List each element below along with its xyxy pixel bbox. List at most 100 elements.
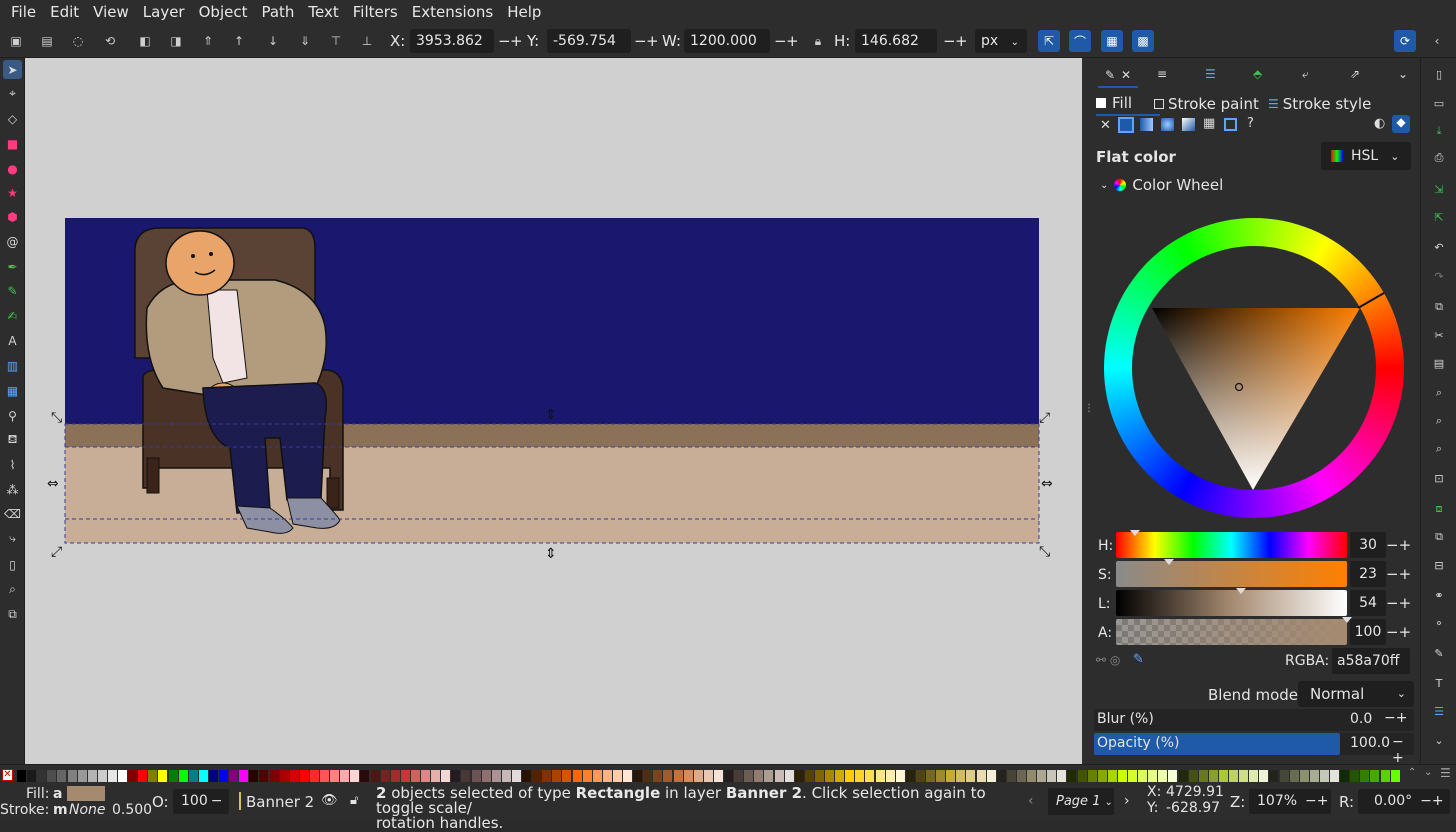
alpha-stepper[interactable]: −+	[1386, 623, 1411, 641]
palette-swatch[interactable]	[1107, 770, 1117, 782]
palette-swatch[interactable]	[986, 770, 996, 782]
palette-swatch[interactable]	[219, 770, 228, 782]
palette-swatch[interactable]	[703, 770, 713, 782]
select-all-icon[interactable]: ▣	[5, 30, 27, 52]
current-layer-label[interactable]: Banner 2	[246, 793, 314, 811]
palette-swatch[interactable]	[1259, 770, 1269, 782]
palette-swatch[interactable]	[936, 770, 946, 782]
palette-swatch[interactable]	[320, 770, 329, 782]
palette-swatch[interactable]	[1299, 770, 1309, 782]
stroke-value[interactable]: None	[69, 802, 106, 818]
palette-swatch[interactable]	[57, 770, 67, 782]
ellipse-tool-icon[interactable]: ●	[3, 159, 22, 178]
layers-icon[interactable]: ☰	[1430, 702, 1448, 720]
palette-swatch[interactable]	[77, 770, 87, 782]
palette-swatch[interactable]	[87, 770, 97, 782]
palette-swatch[interactable]	[1390, 770, 1400, 782]
menu-view[interactable]: View	[86, 0, 136, 24]
palette-swatch[interactable]	[633, 770, 643, 782]
opacity-value[interactable]: 100.0	[1350, 735, 1390, 751]
saturation-slider-thumb[interactable]	[1164, 559, 1175, 565]
flip-horizontal-icon[interactable]: ◧	[134, 30, 156, 52]
palette-swatch[interactable]	[1360, 770, 1370, 782]
menu-edit[interactable]: Edit	[43, 0, 86, 24]
palette-swatch[interactable]	[118, 770, 127, 782]
palette-swatch[interactable]	[1087, 770, 1097, 782]
palette-swatch[interactable]	[1016, 770, 1026, 782]
scale-handle-right[interactable]: ⇔	[1041, 476, 1053, 492]
hue-slider[interactable]	[1116, 532, 1347, 558]
x-minus-button[interactable]: −	[498, 32, 511, 50]
palette-swatch[interactable]	[865, 770, 875, 782]
calligraphy-tool-icon[interactable]: ✍	[3, 306, 22, 325]
palette-swatch[interactable]	[976, 770, 986, 782]
alpha-slider[interactable]	[1116, 619, 1347, 645]
dropper-tool-icon[interactable]: ⚲	[3, 406, 22, 425]
palette-swatch[interactable]	[542, 770, 552, 782]
palette-swatch[interactable]	[128, 770, 138, 782]
palette-swatch[interactable]	[269, 770, 279, 782]
palette-swatch[interactable]	[481, 770, 491, 782]
opacity-input-stepper[interactable]: −	[211, 793, 223, 809]
undo-icon[interactable]: ↶	[1430, 238, 1448, 256]
palette-swatch[interactable]	[1188, 770, 1198, 782]
snap-toggle-icon[interactable]: ⟳	[1394, 30, 1416, 52]
palette-swatch[interactable]	[592, 770, 602, 782]
palette-swatch[interactable]	[744, 770, 754, 782]
palette-swatch[interactable]	[1370, 770, 1380, 782]
palette-swatch[interactable]	[956, 770, 966, 782]
blur-slider[interactable]: Blur (%) 0.0 −+	[1094, 709, 1414, 731]
palette-swatch[interactable]	[1380, 770, 1390, 782]
zoom-page-icon[interactable]: ⌕	[1430, 440, 1448, 458]
x-input[interactable]: 3953.862	[410, 29, 494, 53]
palette-swatch[interactable]	[229, 770, 239, 782]
text-tool-icon[interactable]: A	[3, 331, 22, 350]
palette-swatch[interactable]	[1279, 770, 1289, 782]
opacity-input[interactable]: 100−	[173, 789, 229, 814]
flip-vertical-icon[interactable]: ◨	[165, 30, 187, 52]
page-select[interactable]: Page 1 ⌄	[1048, 788, 1114, 815]
menu-path[interactable]: Path	[254, 0, 301, 24]
menu-filters[interactable]: Filters	[346, 0, 405, 24]
palette-swatch[interactable]	[1340, 770, 1350, 782]
palette-swatch[interactable]	[804, 770, 814, 782]
canvas[interactable]: ⤡ ⤢ ⤢ ⤡ ⇕ ⇕ ⇔ ⇔	[25, 58, 1082, 764]
scale-handle-left[interactable]: ⇔	[47, 476, 59, 492]
rotation-input[interactable]: 0.00° −+	[1358, 789, 1450, 814]
zoom-stepper[interactable]: −+	[1305, 793, 1328, 809]
cut-icon[interactable]: ✂	[1430, 326, 1448, 344]
palette-swatch[interactable]	[259, 770, 269, 782]
copy-icon[interactable]: ⧉	[1430, 298, 1448, 316]
palette-swatch[interactable]	[1097, 770, 1107, 782]
lock-ratio-icon[interactable]: 🔒︎	[807, 30, 829, 52]
rotation-stepper[interactable]: −+	[1420, 793, 1443, 809]
palette-swatch[interactable]	[148, 770, 158, 782]
y-minus-button[interactable]: −	[634, 32, 647, 50]
scale-handle-bottom-right[interactable]: ⤡	[1039, 544, 1050, 560]
no-color-swatch-icon[interactable]: ✕	[2, 769, 13, 781]
palette-swatch[interactable]	[340, 770, 350, 782]
opacity-stepper[interactable]: −+	[1392, 734, 1414, 766]
palette-swatch[interactable]	[784, 770, 794, 782]
paint-bucket-icon[interactable]: ⛾	[3, 430, 22, 449]
palette-swatch[interactable]	[582, 770, 592, 782]
stroke-width-value[interactable]: 0.500	[112, 802, 152, 818]
shape-builder-icon[interactable]: ◇	[3, 109, 22, 128]
gradient-tool-icon[interactable]: ▥	[3, 356, 22, 375]
eraser-tool-icon[interactable]: ⌫	[3, 504, 22, 523]
mesh-tool-icon[interactable]: ▦	[3, 381, 22, 400]
scale-stroke-icon[interactable]: ⇱	[1038, 30, 1060, 52]
deselect-icon[interactable]: ◌	[67, 30, 89, 52]
y-input[interactable]: -569.754	[547, 29, 631, 53]
palette-swatch[interactable]	[885, 770, 895, 782]
palette-swatch[interactable]	[572, 770, 582, 782]
palette-swatch[interactable]	[67, 770, 77, 782]
lower-icon[interactable]: ↓	[262, 30, 284, 52]
palette-swatch[interactable]	[673, 770, 683, 782]
palette-swatch[interactable]	[915, 770, 925, 782]
align-top-icon[interactable]: ⊤	[325, 30, 347, 52]
raise-icon[interactable]: ↑	[228, 30, 250, 52]
hue-value[interactable]: 30	[1350, 532, 1386, 558]
dock-splitter[interactable]: ⋮	[1082, 58, 1094, 764]
spray-tool-icon[interactable]: ⁂	[3, 480, 22, 499]
